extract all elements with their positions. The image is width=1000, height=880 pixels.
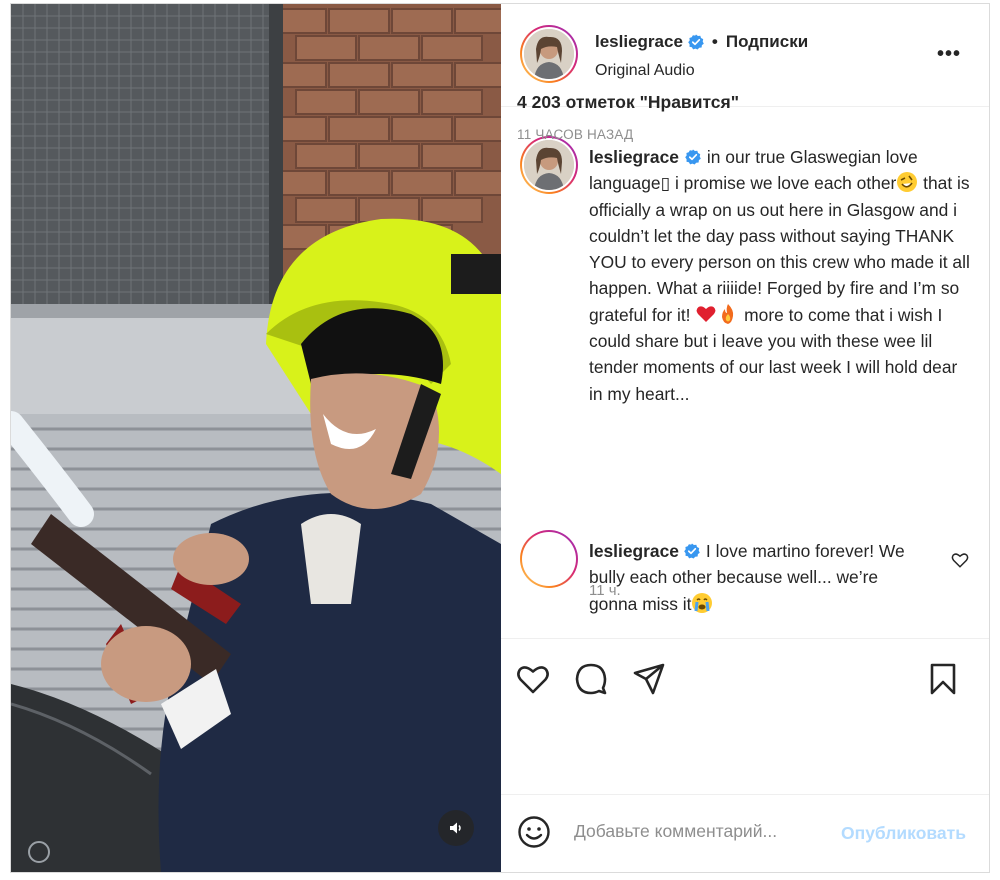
speaker-icon [450, 822, 461, 834]
post-side-panel: lesliegrace • Подписки Original Audio ••… [501, 4, 989, 872]
heart-outline-icon[interactable] [515, 661, 551, 697]
caption-username[interactable]: lesliegrace [589, 147, 679, 167]
caption-avatar[interactable] [520, 136, 578, 194]
comment-avatar[interactable] [520, 530, 578, 588]
fire-emoji-icon [722, 303, 734, 324]
paper-plane-icon[interactable] [631, 661, 667, 697]
author-username[interactable]: lesliegrace [595, 32, 683, 52]
bookmark-icon[interactable] [925, 661, 961, 697]
caption-body-part-2: that is officially a wrap on us out here… [589, 173, 970, 325]
header-user-row: lesliegrace • Подписки [595, 32, 808, 52]
caption-text: lesliegrace in our true Glaswegian love l… [589, 144, 974, 407]
likes-count[interactable]: 4 203 отметок "Нравится" [517, 92, 739, 113]
speech-bubble-icon[interactable] [573, 661, 609, 697]
publish-button[interactable]: Опубликовать [841, 823, 966, 844]
comment-like-heart-icon[interactable] [951, 551, 969, 569]
post-time-ago[interactable]: 11 ЧАСОВ НАЗАД [517, 127, 633, 142]
audio-label[interactable]: Original Audio [595, 62, 695, 80]
following-button[interactable]: Подписки [726, 32, 808, 52]
add-comment-bar: Опубликовать [501, 794, 989, 872]
comment-text: lesliegrace I love martino forever! We bu… [589, 538, 929, 617]
more-options-icon[interactable]: ••• [937, 44, 961, 64]
post-video[interactable] [11, 4, 501, 872]
comment-input[interactable] [574, 821, 824, 842]
author-avatar[interactable] [520, 25, 578, 83]
rolling-laughing-emoji-icon [897, 172, 918, 193]
red-heart-emoji-icon [696, 306, 716, 322]
instagram-post: lesliegrace • Подписки Original Audio ••… [10, 3, 990, 873]
verified-badge-icon [685, 149, 701, 165]
verified-badge-icon [688, 34, 704, 50]
verified-badge-icon [684, 543, 700, 559]
sound-toggle-button[interactable] [438, 810, 474, 846]
comments-section: lesliegrace in our true Glaswegian love l… [501, 107, 989, 639]
post-actions-bar [501, 639, 989, 719]
video-frame-image [11, 4, 501, 872]
smiley-icon[interactable] [517, 815, 551, 849]
comment-username[interactable]: lesliegrace [589, 541, 679, 561]
separator-dot: • [711, 32, 718, 51]
crying-face-emoji-icon [692, 592, 713, 613]
